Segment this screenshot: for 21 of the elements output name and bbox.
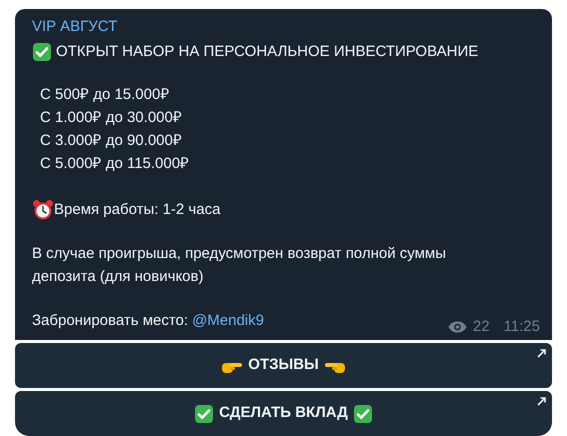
inline-button[interactable]: ОТЗЫВЫ	[15, 343, 552, 388]
check-mark-icon	[32, 42, 52, 62]
external-arrow-icon	[537, 349, 546, 358]
working-hours: Время работы: 1-2 часа	[54, 200, 220, 220]
price-range-label: С 500₽ до 15.000₽	[40, 85, 170, 105]
view-count: 22	[472, 317, 490, 337]
username-link[interactable]: @Mendik9	[192, 309, 264, 332]
sender-name: VIP АВГУСТ	[32, 17, 118, 37]
check-mark-icon	[194, 404, 214, 424]
price-range-label: С 1.000₽ до 30.000₽	[40, 108, 182, 128]
headline: ОТКРЫТ НАБОР НА ПЕРСОНАЛЬНОЕ ИНВЕСТИРОВАНИЕ	[56, 42, 478, 62]
external-arrow-icon	[537, 397, 546, 406]
alarm-clock-icon	[32, 198, 54, 220]
inline-button[interactable]: СДЕЛАТЬ ВКЛАД	[15, 391, 552, 436]
check-mark-icon	[352, 404, 373, 424]
booking-label: Забронировать место:	[32, 311, 188, 331]
price-range-label: С 5.000₽ до 115.000₽	[40, 154, 190, 174]
refund-note: В случае проигрыша, предусмотрен возврат полной суммы депозита (для новичков)	[32, 244, 447, 287]
eye-icon	[448, 320, 467, 332]
price-range-label: С 3.000₽ до 90.000₽	[40, 131, 182, 151]
message-time: 11:25	[504, 317, 540, 337]
